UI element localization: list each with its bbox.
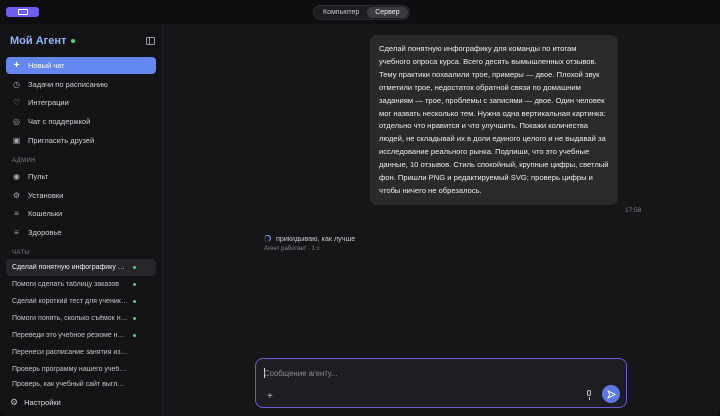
settings-button[interactable]: ⚙ Настройки [10, 397, 61, 408]
chat-status-dot [133, 334, 136, 337]
plus-icon: + [13, 59, 20, 71]
chat-title: Сделай короткий тест для учеников [12, 298, 128, 305]
chat-item[interactable]: Помоги сделать таблицу заказов [6, 276, 156, 293]
message-input[interactable] [264, 367, 564, 379]
thinking-text: прикидываю, как лучше [276, 234, 356, 243]
sidebar-item-label: Установки [28, 191, 64, 200]
microphone-icon[interactable] [585, 390, 593, 401]
gear-icon: ⚙ [12, 190, 21, 200]
attach-plus-icon[interactable]: + [267, 392, 273, 402]
chat-item[interactable]: Сделай короткий тест для учеников [6, 293, 156, 310]
sidebar-item-label: Чат с поддержкой [28, 117, 91, 126]
agent-thinking: прикидываю, как лучше [264, 234, 355, 243]
chat-title: Проверь программу нашего учебного курса [12, 366, 128, 373]
admin-section-label: АДМИН [12, 158, 36, 164]
sidebar-item-settings-admin[interactable]: ⚙ Установки [6, 187, 156, 204]
sidebar-item-label: Пульт [28, 172, 49, 181]
window-toggle-button[interactable] [6, 7, 39, 17]
support-icon: ◎ [13, 116, 20, 126]
clock-icon: ◷ [13, 79, 20, 89]
chat-item[interactable]: Сделай понятную инфографику для команды … [6, 259, 156, 276]
sidebar-item-label: Кошельки [28, 209, 63, 218]
sidebar-collapse-icon[interactable] [146, 37, 155, 45]
wallet-icon: ≡ [14, 208, 19, 218]
chat-item[interactable]: Помоги понять, сколько съёмок нужно [6, 310, 156, 327]
tab-computer[interactable]: Компьютер [315, 7, 367, 18]
online-indicator [71, 39, 76, 43]
plug-icon: ♡ [12, 97, 21, 107]
chat-item[interactable]: Перенеси расписание занятия из экселя [6, 344, 156, 361]
gear-icon: ⚙ [10, 397, 19, 407]
chat-status-dot [133, 266, 136, 269]
spinner-icon [264, 235, 271, 242]
send-icon [606, 389, 616, 399]
mode-switch: Компьютер Сервер [313, 5, 410, 20]
settings-label: Настройки [24, 398, 61, 407]
tab-server[interactable]: Сервер [367, 7, 408, 18]
sidebar-item-label: Интеграции [28, 98, 69, 107]
sidebar-item-label: Здоровье [28, 228, 62, 237]
sidebar-item-integrations[interactable]: ♡ Интеграции [6, 94, 156, 111]
sidebar-item-label: Пригласить друзей [28, 136, 95, 145]
sidebar-item-label: Задачи по расписанию [28, 80, 108, 89]
health-icon: ≡ [14, 227, 19, 237]
chat-area: Сделай понятную инфографику для команды … [164, 24, 720, 416]
new-chat-label: Новый чат [28, 61, 65, 70]
chat-title: Проверь, как учебный сайт выглядит [12, 381, 128, 388]
gift-icon: ▣ [12, 135, 21, 145]
new-chat-button[interactable]: + Новый чат [6, 57, 156, 74]
message-composer: + [255, 358, 627, 408]
brand: Мой Агент [10, 35, 76, 47]
chat-title: Помоги понять, сколько съёмок нужно [12, 315, 128, 322]
chat-status-dot [133, 317, 136, 320]
brand-title: Мой Агент [10, 35, 67, 47]
chat-item[interactable]: Проверь, как учебный сайт выглядит [6, 378, 156, 388]
chat-title: Помоги сделать таблицу заказов [12, 281, 119, 288]
chat-status-dot [133, 300, 136, 303]
chat-title: Сделай понятную инфографику для команды … [12, 264, 128, 271]
sidebar-item-invite[interactable]: ▣ Пригласить друзей [6, 132, 156, 149]
chat-status-dot [133, 283, 136, 286]
chat-item[interactable]: Переведи это учебное резюме на английски… [6, 327, 156, 344]
window-icon [17, 9, 28, 15]
sidebar-item-wallets[interactable]: ≡ Кошельки [6, 205, 156, 222]
chats-section-label: ЧАТЫ [12, 250, 31, 256]
dashboard-icon: ◉ [13, 171, 20, 181]
chat-title: Переведи это учебное резюме на английски… [12, 332, 128, 339]
message-time: 17:58 [625, 207, 642, 214]
top-bar: Компьютер Сервер [0, 0, 720, 24]
sidebar-item-dashboard[interactable]: ◉ Пульт [6, 168, 156, 185]
sidebar-item-support[interactable]: ◎ Чат с поддержкой [6, 113, 156, 130]
user-message: Сделай понятную инфографику для команды … [370, 35, 618, 205]
app-window: Компьютер Сервер Мой Агент + Новый чат ◷… [0, 0, 720, 416]
chat-item[interactable]: Проверь программу нашего учебного курса [6, 361, 156, 378]
chat-title: Перенеси расписание занятия из экселя [12, 349, 128, 356]
send-button[interactable] [602, 385, 620, 403]
sidebar: Мой Агент + Новый чат ◷ Задачи по распис… [0, 24, 163, 416]
sidebar-item-health[interactable]: ≡ Здоровье [6, 224, 156, 241]
sidebar-item-schedule[interactable]: ◷ Задачи по расписанию [6, 76, 156, 93]
agent-status: Агент работает · 1 с [264, 246, 320, 252]
